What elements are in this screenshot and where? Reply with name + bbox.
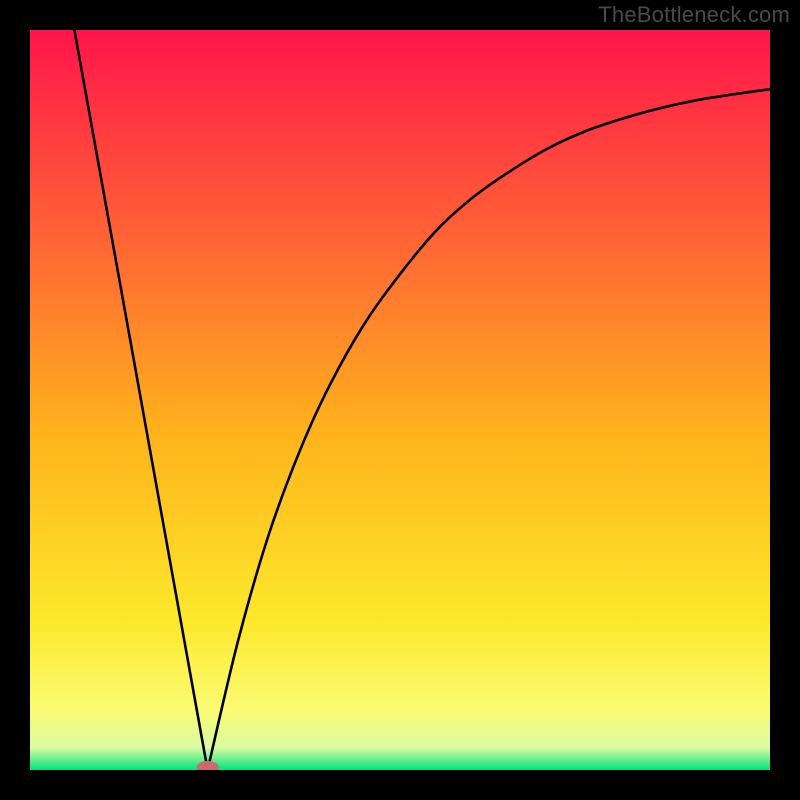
chart-stage: TheBottleneck.com [0,0,800,800]
bottleneck-chart [30,30,770,770]
watermark-text: TheBottleneck.com [598,2,790,28]
